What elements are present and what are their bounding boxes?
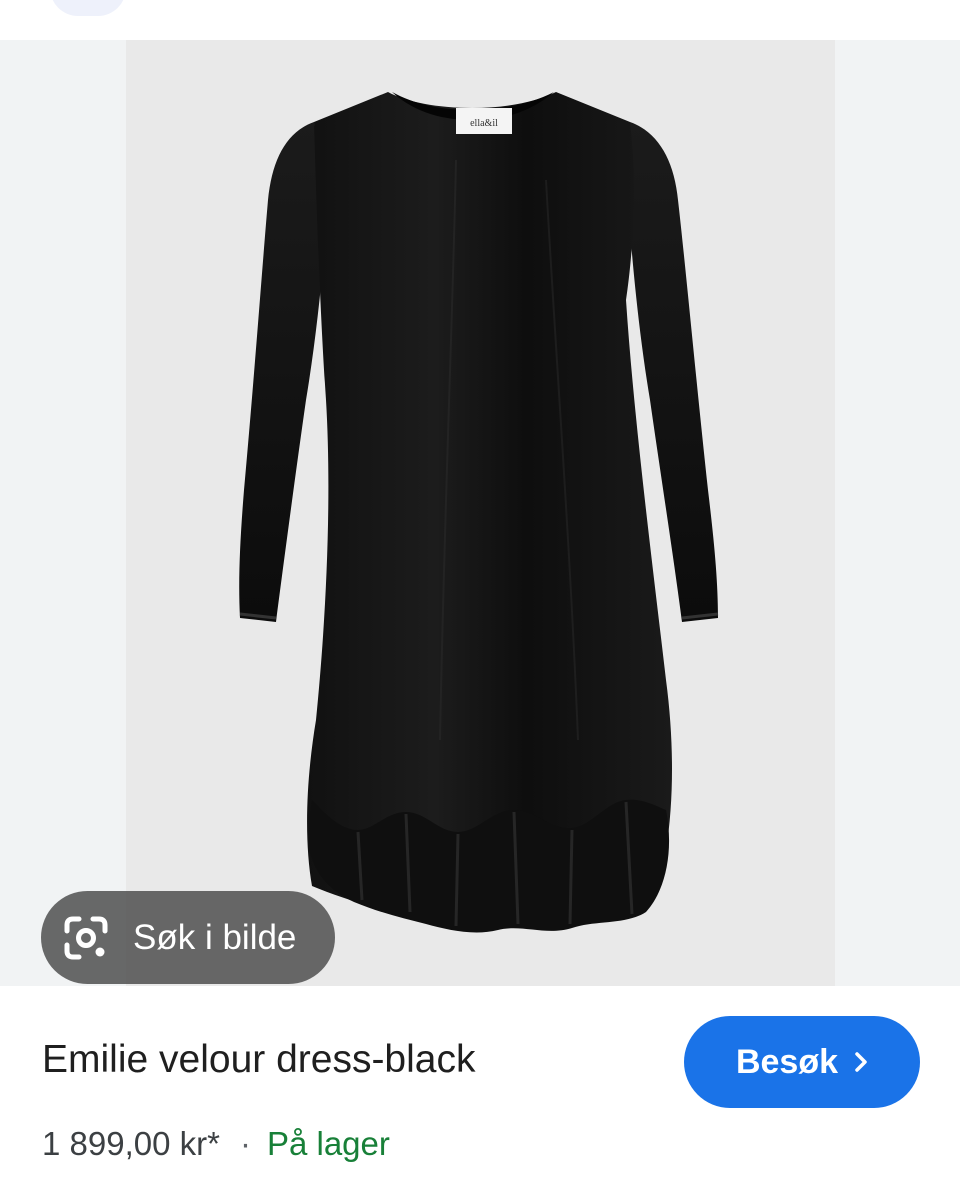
brand-tag-text: ella&il [470,118,498,129]
dress-body [307,92,672,925]
product-image[interactable]: ella&il [126,40,835,986]
dress-image: ella&il [239,92,719,933]
chevron-right-icon [854,1051,868,1073]
stock-status: På lager [266,1125,390,1162]
search-in-image-button[interactable]: Søk i bilde [41,891,335,984]
product-title[interactable]: Emilie velour dress-black [42,1038,475,1082]
product-price: 1 899,00 kr* [42,1125,220,1162]
google-lens-icon [63,915,109,961]
dress-left-sleeve [239,122,326,622]
visit-button[interactable]: Besøk [684,1016,920,1108]
top-bar [0,0,960,40]
visit-button-label: Besøk [735,1042,839,1081]
top-chip-button[interactable] [50,0,126,16]
price-row: 1 899,00 kr* · På lager [42,1125,390,1163]
image-viewer: ella&il Søk i bilde [0,40,960,986]
search-in-image-label: Søk i bilde [133,917,297,957]
separator-dot: · [239,1125,251,1162]
